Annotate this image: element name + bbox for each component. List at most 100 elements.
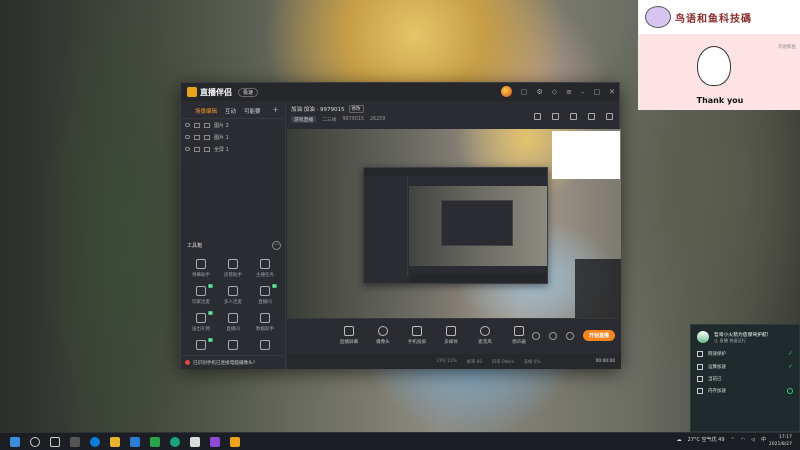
volume-icon[interactable]: ◁ bbox=[751, 437, 755, 443]
frame-drop: 丢帧 0% bbox=[523, 359, 541, 365]
left-panel: 场景编辑 互动 可能要 + 图片 2 图片 1 全屏 1 工具箱 ⋯ 弹幕助手 … bbox=[181, 101, 286, 369]
user-avatar[interactable] bbox=[500, 86, 512, 97]
memory-icon bbox=[697, 388, 703, 394]
sticker-overlay-preview[interactable] bbox=[552, 131, 620, 179]
speaker-button[interactable]: 扬声器 bbox=[507, 326, 531, 345]
app-name: 直播伴侣 bbox=[200, 87, 232, 97]
tool-label: 主播任务 bbox=[256, 273, 274, 278]
live-companion-window[interactable]: 直播伴侣 极速 ▢ ⚙ ◇ ≡ – □ ✕ 场景编辑 互动 可能要 + 图片 2… bbox=[180, 82, 621, 369]
process-icon bbox=[697, 376, 703, 382]
stream-preview[interactable] bbox=[287, 129, 621, 318]
live-companion-taskbar-icon[interactable] bbox=[230, 436, 240, 447]
add-scene-icon[interactable]: + bbox=[272, 106, 279, 115]
share-out-icon[interactable] bbox=[606, 113, 613, 120]
media-button[interactable]: 多媒体 bbox=[439, 326, 463, 345]
lock-icon[interactable] bbox=[194, 122, 200, 128]
bell-icon[interactable] bbox=[588, 113, 595, 120]
share-icon[interactable] bbox=[570, 113, 577, 120]
gift-icon[interactable]: ◇ bbox=[552, 88, 557, 96]
start-windows-icon[interactable] bbox=[10, 436, 20, 447]
lock-icon[interactable] bbox=[194, 146, 200, 152]
message-icon[interactable]: ▢ bbox=[521, 88, 528, 96]
tool-extra-3[interactable] bbox=[249, 340, 281, 350]
scene-item[interactable]: 图片 2 bbox=[181, 119, 285, 131]
go-live-button[interactable]: 开始直播 bbox=[582, 330, 615, 341]
scene-item[interactable]: 全屏 1 bbox=[181, 143, 285, 155]
minimize-icon[interactable]: – bbox=[581, 88, 585, 96]
input-method-icon[interactable]: 中 bbox=[761, 436, 766, 443]
phone-cast-icon bbox=[412, 326, 422, 336]
eye-icon[interactable] bbox=[548, 331, 557, 340]
booster-item: 内存加速 bbox=[697, 388, 793, 394]
room-icon bbox=[260, 286, 270, 296]
tool-streamer-task[interactable]: 主播任务 bbox=[249, 259, 281, 278]
fps: 帧率 60 bbox=[466, 359, 483, 365]
tool-room-admin[interactable]: 房管助手 bbox=[217, 259, 249, 278]
tab-other[interactable]: 可能要 bbox=[244, 107, 261, 115]
menu-icon[interactable]: ≡ bbox=[566, 88, 572, 96]
settings-icon[interactable]: ⚙ bbox=[536, 88, 542, 96]
file-explorer-icon[interactable] bbox=[110, 436, 120, 447]
tool-extra-2[interactable] bbox=[217, 340, 249, 350]
toolbox-grid: 弹幕助手 房管助手 主播任务 新玩家连麦 多人连麦 新直播间 新送出礼物 直播间… bbox=[185, 259, 281, 350]
booster-label: 内存加速 bbox=[708, 389, 726, 394]
wifi-icon[interactable]: ◠ bbox=[741, 437, 745, 443]
microphone-button[interactable]: 麦克风 bbox=[473, 326, 497, 345]
eye-icon[interactable] bbox=[185, 147, 190, 151]
new-badge: 新 bbox=[271, 284, 277, 288]
tab-interact[interactable]: 互动 bbox=[225, 107, 236, 115]
close-icon[interactable]: ✕ bbox=[609, 88, 615, 96]
tool-live-room[interactable]: 新直播间 bbox=[249, 284, 281, 305]
phone-cast-button[interactable]: 手机投屏 bbox=[405, 326, 429, 345]
gift-icon[interactable] bbox=[534, 113, 541, 120]
download-icon bbox=[228, 313, 238, 323]
system-clock[interactable]: 17:17 2021/8/27 bbox=[769, 434, 792, 448]
screen-capture-button[interactable]: 直播屏幕 bbox=[337, 326, 361, 345]
lock-icon[interactable] bbox=[194, 134, 200, 140]
lock-icon[interactable] bbox=[552, 113, 559, 120]
version-badge[interactable]: 极速 bbox=[238, 87, 259, 97]
source-toolbar: 直播屏幕 摄像头 手机投屏 多媒体 麦克风 扬声器 开始直播 bbox=[287, 318, 621, 354]
eye-icon[interactable] bbox=[185, 135, 190, 139]
widgets-icon[interactable] bbox=[70, 436, 80, 447]
booster-item: 运算加速 ✓ bbox=[697, 363, 793, 370]
chart-icon bbox=[260, 313, 270, 323]
eye-icon[interactable] bbox=[185, 123, 190, 127]
tool-player-link[interactable]: 新玩家连麦 bbox=[185, 284, 217, 305]
camera-tip[interactable]: 已识别手机已连接电脑摄像头? bbox=[181, 355, 286, 369]
tool-live-room-2[interactable]: 直播间 bbox=[217, 313, 249, 332]
tab-scene-edit[interactable]: 场景编辑 bbox=[195, 107, 217, 115]
record-icon[interactable] bbox=[531, 331, 540, 340]
search-icon[interactable] bbox=[30, 436, 40, 447]
check-icon: ✓ bbox=[787, 350, 793, 357]
camera-button[interactable]: 摄像头 bbox=[371, 326, 395, 345]
edge-browser-icon[interactable] bbox=[90, 436, 100, 447]
task-view-icon[interactable] bbox=[50, 436, 60, 447]
room-id: 9979015 bbox=[342, 117, 364, 122]
tool-data-helper[interactable]: 数据助手 bbox=[249, 313, 281, 332]
settings-icon[interactable] bbox=[565, 331, 574, 340]
download-icon bbox=[228, 286, 238, 296]
wechat-icon[interactable] bbox=[150, 436, 160, 447]
maximize-icon[interactable]: □ bbox=[594, 88, 601, 96]
store-icon[interactable] bbox=[130, 436, 140, 447]
screen-icon bbox=[344, 326, 354, 336]
tool-send-gift[interactable]: 新送出礼物 bbox=[185, 311, 217, 332]
title-bar[interactable]: 直播伴侣 极速 ▢ ⚙ ◇ ≡ – □ ✕ bbox=[181, 83, 619, 101]
tool-barrage-helper[interactable]: 弹幕助手 bbox=[185, 259, 217, 278]
booster-notification[interactable]: 哲哥小火箭为您保驾护航! 让 直播 快速运行 网速保护 ✓ 运算加速 ✓ 当前已 内… bbox=[690, 324, 800, 432]
edit-room-button[interactable]: 修改 bbox=[348, 105, 364, 113]
scene-item[interactable]: 图片 1 bbox=[181, 131, 285, 143]
app-icon[interactable] bbox=[190, 436, 200, 447]
more-tools-icon[interactable]: ⋯ bbox=[272, 241, 281, 250]
tool-extra-1[interactable]: 新 bbox=[185, 338, 217, 350]
tool-multi-link[interactable]: 多人连麦 bbox=[217, 286, 249, 305]
alert-icon bbox=[185, 360, 190, 365]
sticker-title: 鸟语和鱼科技碼 bbox=[675, 13, 752, 25]
tray-arrow-icon[interactable]: ⌃ bbox=[731, 437, 735, 443]
app-icon[interactable] bbox=[170, 436, 180, 447]
app-icon[interactable] bbox=[210, 436, 220, 447]
category-chip[interactable]: 游戏直播 bbox=[291, 116, 317, 123]
booster-item: 当前已 bbox=[697, 376, 793, 382]
weather-text[interactable]: 27°C 空气优 49 bbox=[688, 436, 725, 443]
